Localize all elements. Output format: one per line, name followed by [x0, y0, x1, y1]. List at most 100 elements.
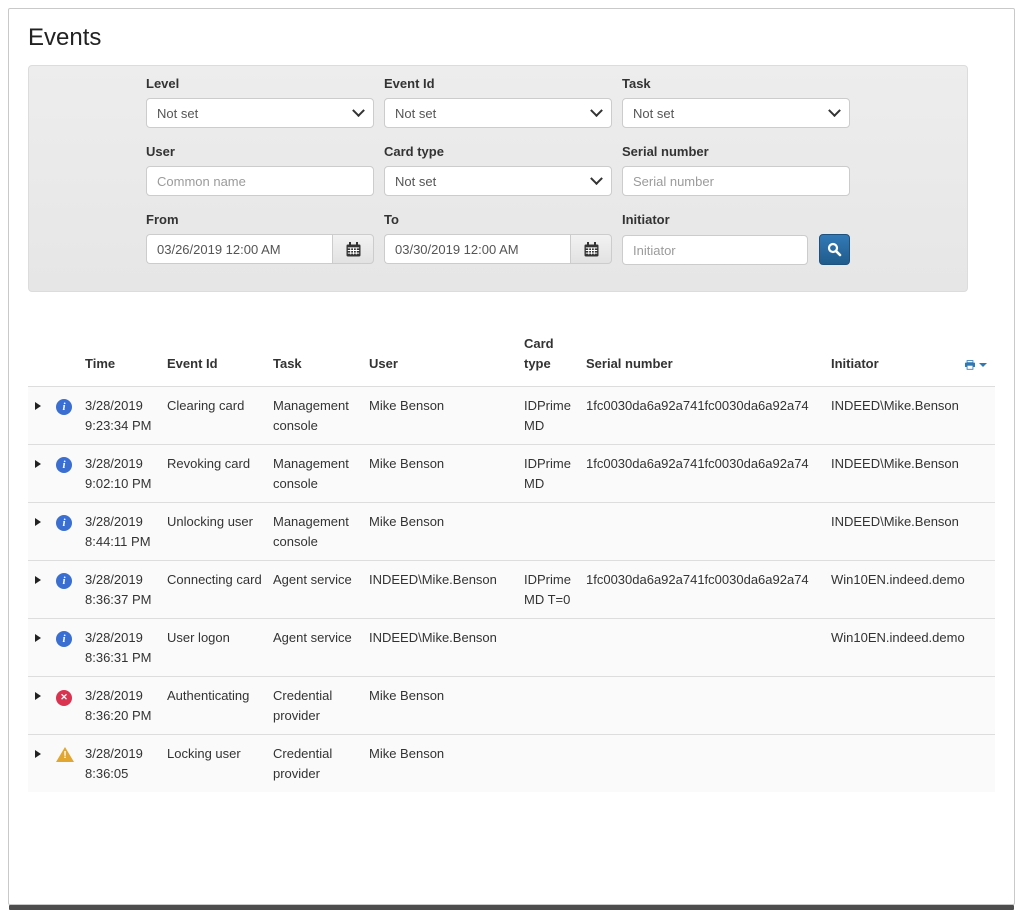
time-cell: 3/28/2019 8:36:05: [85, 735, 167, 793]
level-select[interactable]: Not set: [146, 98, 374, 128]
level-column-header: [56, 326, 85, 387]
filter-panel: Level Not set Event Id Not set Task: [28, 65, 968, 292]
print-menu-button[interactable]: [965, 357, 987, 373]
to-date-input[interactable]: [384, 234, 570, 264]
to-label: To: [384, 210, 612, 230]
table-row: i ✕ ! 3/28/2019 8:44:11 PM Unlocking use…: [28, 503, 995, 561]
event-id-cell: User logon: [167, 619, 273, 677]
expand-caret-icon[interactable]: [35, 576, 41, 584]
table-row: i ✕ ! 3/28/2019 8:36:31 PM User logon Ag…: [28, 619, 995, 677]
info-icon: i: [56, 515, 72, 531]
user-cell: Mike Benson: [369, 387, 524, 445]
search-icon: [827, 242, 842, 257]
task-column-header: Task: [273, 326, 369, 387]
search-button[interactable]: [819, 234, 850, 265]
warning-icon: !: [56, 747, 74, 762]
task-cell: Management console: [273, 445, 369, 503]
level-label: Level: [146, 74, 374, 94]
card-type-column-header: Card type: [524, 326, 586, 387]
time-cell: 3/28/2019 9:02:10 PM: [85, 445, 167, 503]
task-select-value: Not set: [633, 106, 674, 121]
expand-caret-icon[interactable]: [35, 402, 41, 410]
initiator-cell: INDEED\Mike.Benson: [831, 503, 965, 561]
event-id-cell: Connecting card: [167, 561, 273, 619]
page-title: Events: [28, 24, 995, 52]
info-icon: i: [56, 457, 72, 473]
task-label: Task: [622, 74, 850, 94]
event-id-cell: Locking user: [167, 735, 273, 793]
serial-number-label: Serial number: [622, 142, 850, 162]
user-label: User: [146, 142, 374, 162]
expand-caret-icon[interactable]: [35, 460, 41, 468]
serial-number-cell: [586, 677, 831, 735]
serial-number-cell: [586, 503, 831, 561]
user-cell: Mike Benson: [369, 735, 524, 793]
table-row: i ✕ ! 3/28/2019 8:36:20 PM Authenticatin…: [28, 677, 995, 735]
events-table-body: i ✕ ! 3/28/2019 9:23:34 PM Clearing card…: [28, 387, 995, 793]
from-date-input[interactable]: [146, 234, 332, 264]
card-type-cell: IDPrime MD: [524, 445, 586, 503]
table-row: i ✕ ! 3/28/2019 9:23:34 PM Clearing card…: [28, 387, 995, 445]
print-icon: [965, 357, 975, 373]
event-id-cell: Unlocking user: [167, 503, 273, 561]
initiator-cell: [831, 735, 965, 793]
expand-caret-icon[interactable]: [35, 750, 41, 758]
chevron-down-icon: [590, 172, 603, 185]
table-header-row: Time Event Id Task User Card type Serial…: [28, 326, 995, 387]
initiator-cell: INDEED\Mike.Benson: [831, 387, 965, 445]
task-cell: Management console: [273, 503, 369, 561]
event-id-label: Event Id: [384, 74, 612, 94]
serial-number-input[interactable]: [622, 166, 850, 196]
user-cell: Mike Benson: [369, 503, 524, 561]
initiator-input[interactable]: [622, 235, 808, 265]
table-row: i ✕ ! 3/28/2019 8:36:05 Locking user Cre…: [28, 735, 995, 793]
task-cell: Credential provider: [273, 677, 369, 735]
info-icon: i: [56, 631, 72, 647]
initiator-column-header: Initiator: [831, 326, 965, 387]
card-type-select-value: Not set: [395, 174, 436, 189]
card-type-cell: [524, 619, 586, 677]
task-cell: Management console: [273, 387, 369, 445]
time-column-header: Time: [85, 326, 167, 387]
time-cell: 3/28/2019 8:44:11 PM: [85, 503, 167, 561]
window-bottom-edge: [9, 905, 1014, 910]
time-cell: 3/28/2019 8:36:37 PM: [85, 561, 167, 619]
card-type-label: Card type: [384, 142, 612, 162]
expand-caret-icon[interactable]: [35, 518, 41, 526]
event-id-cell: Authenticating: [167, 677, 273, 735]
card-type-cell: [524, 503, 586, 561]
user-cell: INDEED\Mike.Benson: [369, 619, 524, 677]
table-row: i ✕ ! 3/28/2019 9:02:10 PM Revoking card…: [28, 445, 995, 503]
user-input[interactable]: [146, 166, 374, 196]
expand-caret-icon[interactable]: [35, 692, 41, 700]
calendar-icon: [346, 242, 361, 257]
expand-caret-icon[interactable]: [35, 634, 41, 642]
initiator-cell: Win10EN.indeed.demo: [831, 619, 965, 677]
task-cell: Credential provider: [273, 735, 369, 793]
serial-number-column-header: Serial number: [586, 326, 831, 387]
from-calendar-button[interactable]: [332, 234, 374, 264]
error-icon: ✕: [56, 690, 72, 706]
event-id-select-value: Not set: [395, 106, 436, 121]
serial-number-cell: 1fc0030da6a92a741fc0030da6a92a74: [586, 387, 831, 445]
time-cell: 3/28/2019 9:23:34 PM: [85, 387, 167, 445]
card-type-cell: IDPrime MD: [524, 387, 586, 445]
user-cell: Mike Benson: [369, 677, 524, 735]
initiator-cell: INDEED\Mike.Benson: [831, 445, 965, 503]
calendar-icon: [584, 242, 599, 257]
task-cell: Agent service: [273, 619, 369, 677]
event-id-select[interactable]: Not set: [384, 98, 612, 128]
initiator-label: Initiator: [622, 210, 850, 230]
serial-number-cell: 1fc0030da6a92a741fc0030da6a92a74: [586, 561, 831, 619]
chevron-down-icon: [352, 104, 365, 117]
to-calendar-button[interactable]: [570, 234, 612, 264]
serial-number-cell: [586, 735, 831, 793]
event-id-cell: Clearing card: [167, 387, 273, 445]
card-type-select[interactable]: Not set: [384, 166, 612, 196]
user-cell: INDEED\Mike.Benson: [369, 561, 524, 619]
time-cell: 3/28/2019 8:36:31 PM: [85, 619, 167, 677]
task-select[interactable]: Not set: [622, 98, 850, 128]
info-icon: i: [56, 399, 72, 415]
time-cell: 3/28/2019 8:36:20 PM: [85, 677, 167, 735]
events-page: Events Level Not set Event Id Not set: [8, 8, 1015, 905]
